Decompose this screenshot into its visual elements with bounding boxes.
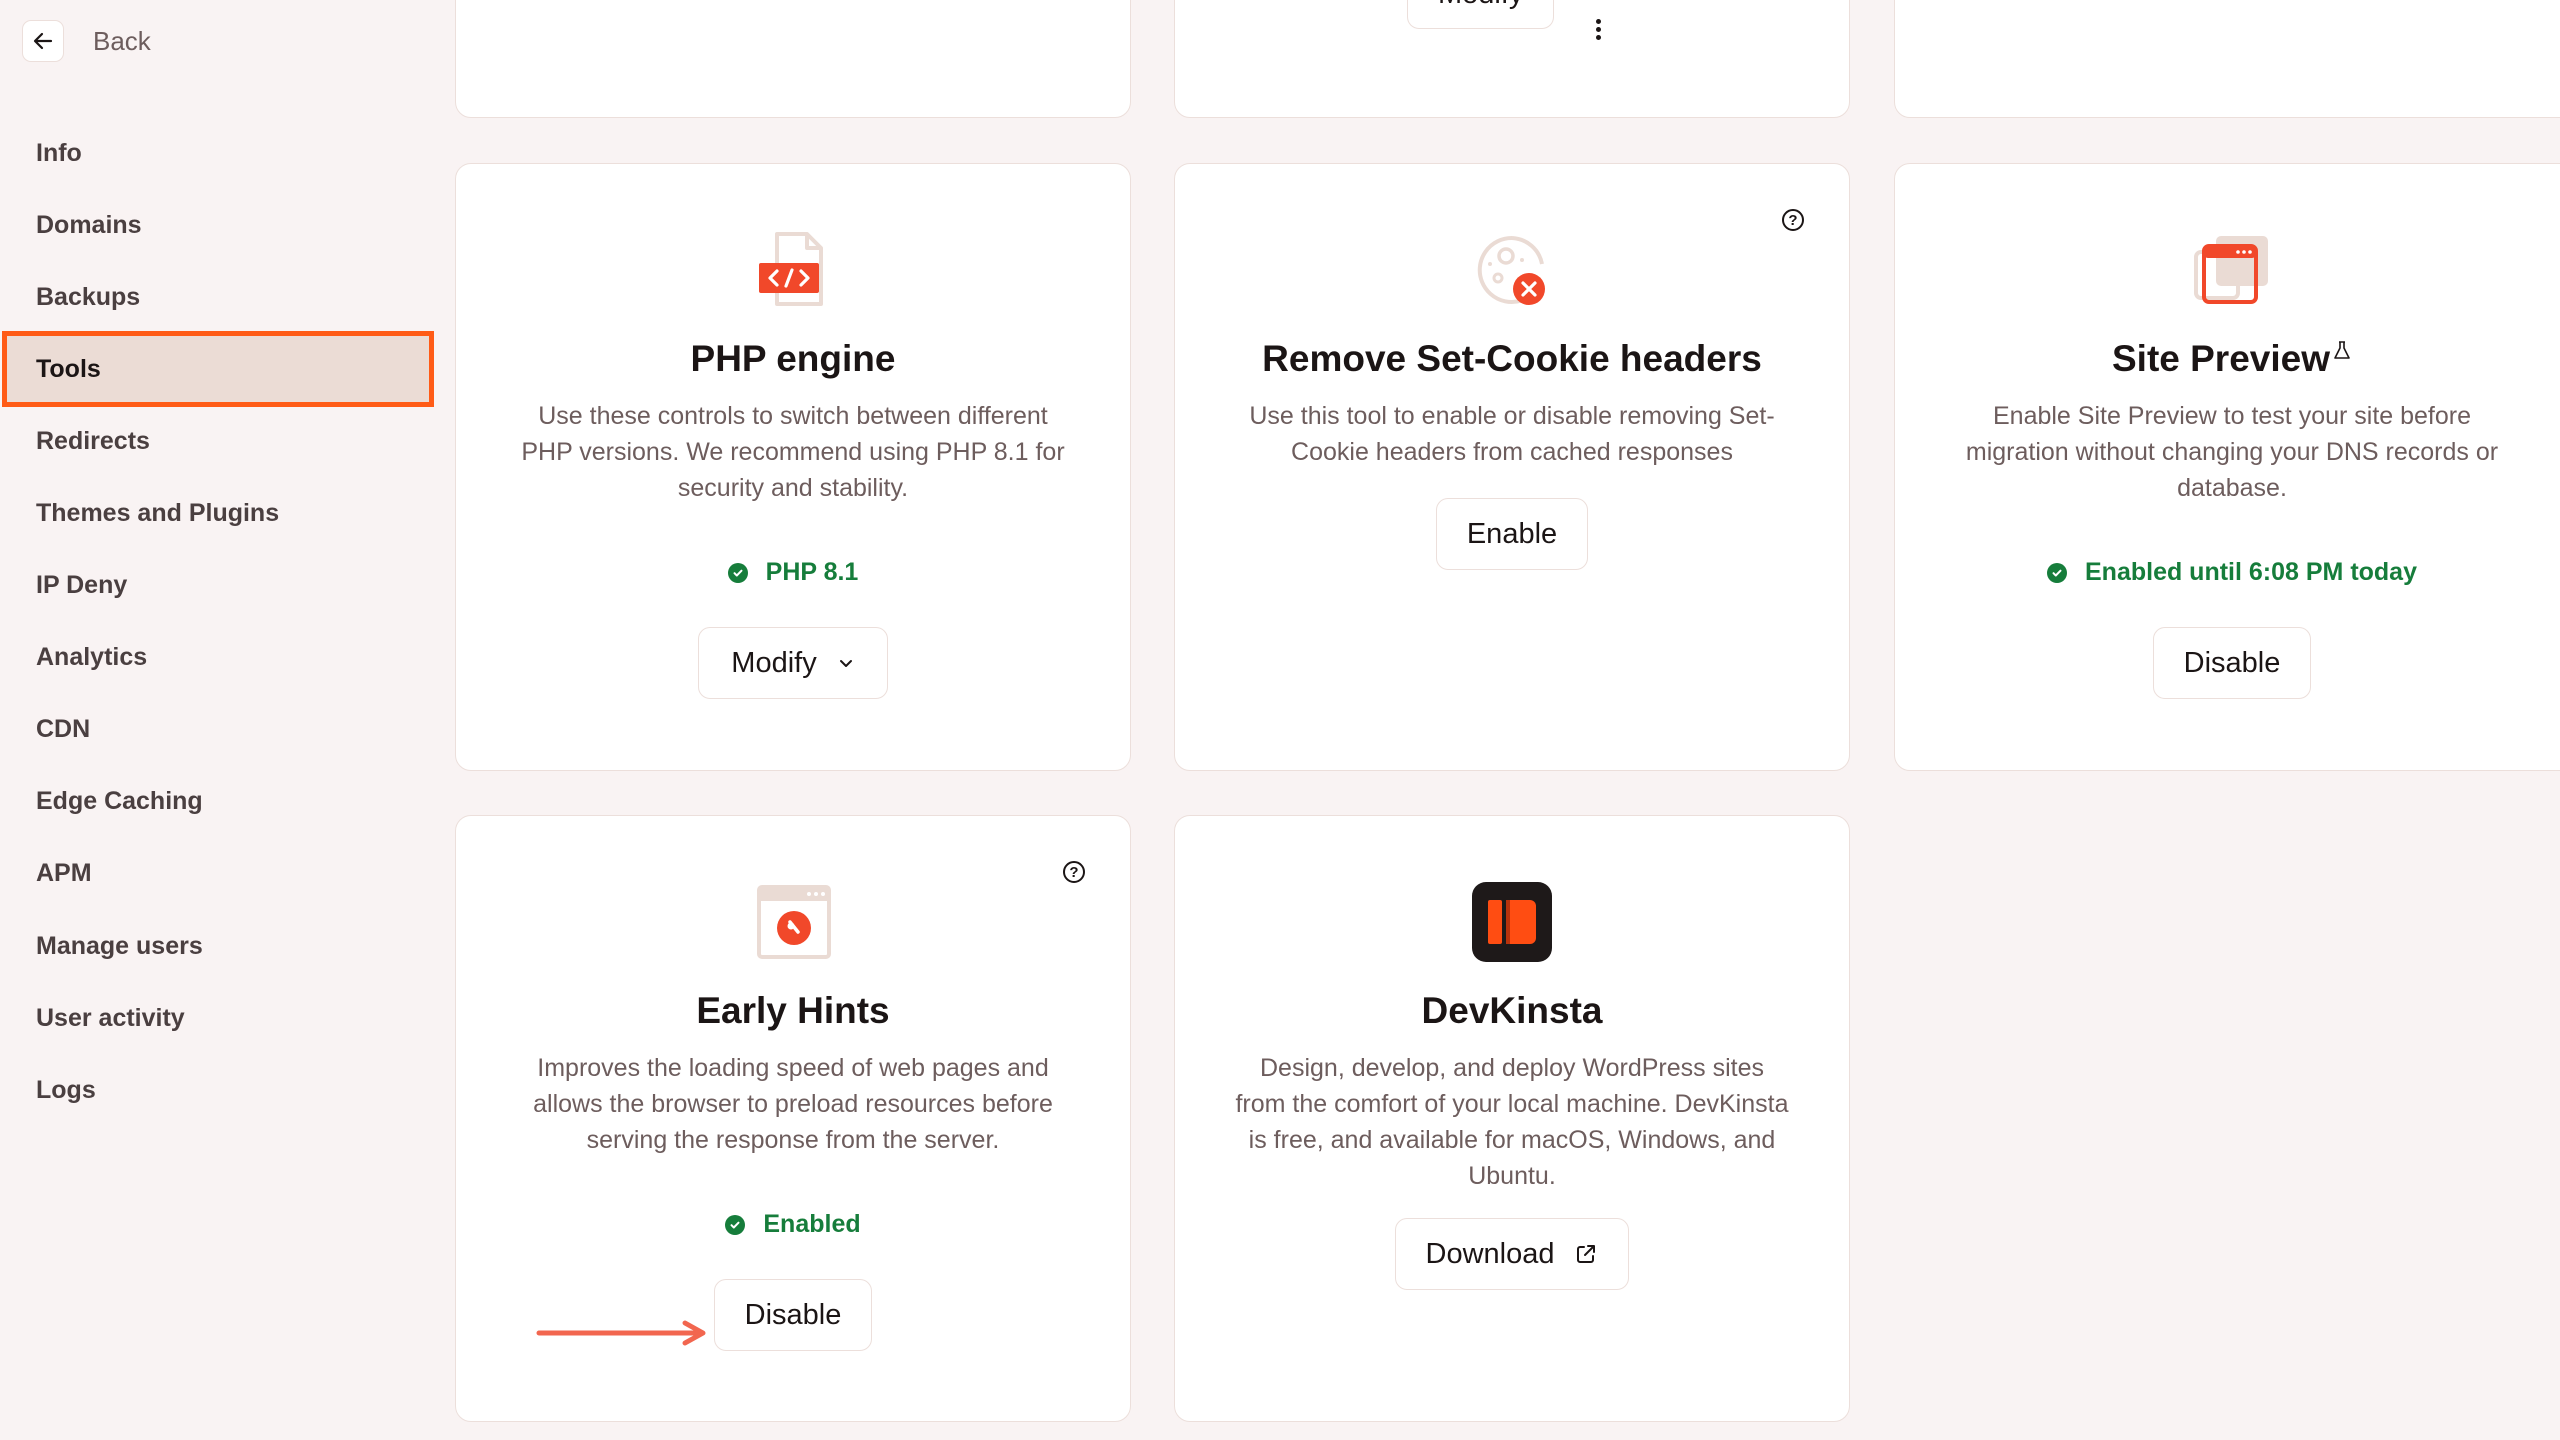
tool-card-devkinsta: DevKinsta Design, develop, and deploy Wo… xyxy=(1174,815,1850,1422)
status-text: Enabled xyxy=(763,1210,861,1238)
sidebar-item-tools[interactable]: Tools xyxy=(2,331,434,407)
card-description: Use this tool to enable or disable remov… xyxy=(1249,402,1775,466)
tool-card-top-right xyxy=(1894,0,2560,118)
check-circle-icon xyxy=(2047,562,2067,583)
button-label: Disable xyxy=(2183,646,2281,679)
external-link-icon xyxy=(1577,1245,1596,1263)
button-label: Download xyxy=(1425,1237,1555,1270)
check-circle-icon xyxy=(727,562,748,583)
tool-card-php-engine: PHP engine Use these controls to switch … xyxy=(455,163,1131,771)
sidebar-item-backups[interactable]: Backups xyxy=(6,261,430,333)
status-badge: Enabled xyxy=(725,1210,861,1239)
card-title: Early Hints xyxy=(696,990,890,1031)
card-title: PHP engine xyxy=(690,338,896,379)
card-description: Use these controls to switch between dif… xyxy=(521,402,1065,502)
card-title: Remove Set-Cookie headers xyxy=(1262,338,1762,379)
card-description: Design, develop, and deploy WordPress si… xyxy=(1235,1054,1789,1190)
tool-card-top-left xyxy=(455,0,1131,118)
status-badge: PHP 8.1 xyxy=(727,558,859,587)
card-title: Site Preview xyxy=(2112,338,2352,380)
devkinsta-download-button[interactable]: Download xyxy=(1394,1218,1630,1290)
sidebar-item-ip-deny[interactable]: IP Deny xyxy=(6,549,430,621)
status-text: PHP 8.1 xyxy=(765,558,859,586)
site-preview-disable-button[interactable]: Disable xyxy=(2152,627,2312,699)
php-file-code-icon xyxy=(751,228,835,312)
status-badge: Enabled until 6:08 PM today xyxy=(2047,558,2417,587)
back-button[interactable] xyxy=(22,20,64,62)
button-label: Enable xyxy=(1466,517,1558,550)
early-hints-disable-button[interactable]: Disable xyxy=(713,1279,873,1351)
sidebar-item-logs[interactable]: Logs xyxy=(6,1054,430,1126)
sidebar-item-user-activity[interactable]: User activity xyxy=(6,982,430,1054)
tool-card-site-preview: Site Preview Enable Site Preview to test… xyxy=(1894,163,2560,771)
enable-button[interactable]: Enable xyxy=(1435,498,1589,570)
card-title: DevKinsta xyxy=(1421,990,1603,1031)
button-label: Modify xyxy=(731,646,817,679)
sidebar-item-apm[interactable]: APM xyxy=(6,837,430,909)
sidebar-item-analytics[interactable]: Analytics xyxy=(6,621,430,693)
php-modify-dropdown-button[interactable]: Modify xyxy=(698,627,888,699)
sidebar-item-manage-users[interactable]: Manage users xyxy=(6,910,430,982)
sidebar-item-redirects[interactable]: Redirects xyxy=(6,405,430,477)
devkinsta-logo-icon xyxy=(1470,880,1554,964)
sidebar-item-themes-and-plugins[interactable]: Themes and Plugins xyxy=(6,477,430,549)
tool-card-top-middle: Modify xyxy=(1174,0,1850,118)
early-hints-browser-icon xyxy=(751,880,835,964)
tool-card-remove-set-cookie: ? Remove Set-Cookie headers Use this too… xyxy=(1174,163,1850,771)
sidebar-item-domains[interactable]: Domains xyxy=(6,189,430,261)
sidebar-item-edge-caching[interactable]: Edge Caching xyxy=(6,765,430,837)
card-description: Improves the loading speed of web pages … xyxy=(533,1054,1053,1154)
kebab-menu-icon[interactable] xyxy=(1596,19,1601,40)
top-modify-button[interactable]: Modify xyxy=(1407,0,1555,29)
status-text: Enabled until 6:08 PM today xyxy=(2085,558,2417,586)
sidebar-item-cdn[interactable]: CDN xyxy=(6,693,430,765)
back-link[interactable]: Back xyxy=(93,26,151,57)
arrow-left-icon xyxy=(33,32,53,50)
card-title-text: Site Preview xyxy=(2111,338,2330,379)
button-label: Disable xyxy=(744,1298,842,1331)
annotation-arrow xyxy=(536,1320,706,1346)
card-description: Enable Site Preview to test your site be… xyxy=(1965,402,2499,502)
sidebar-item-info[interactable]: Info xyxy=(6,117,430,189)
cookie-remove-icon xyxy=(1470,228,1554,312)
chevron-down-icon xyxy=(839,660,852,667)
check-circle-icon xyxy=(725,1214,746,1235)
flask-icon xyxy=(2334,341,2350,359)
top-modify-label: Modify xyxy=(1438,0,1523,11)
browser-windows-icon xyxy=(2190,228,2274,312)
